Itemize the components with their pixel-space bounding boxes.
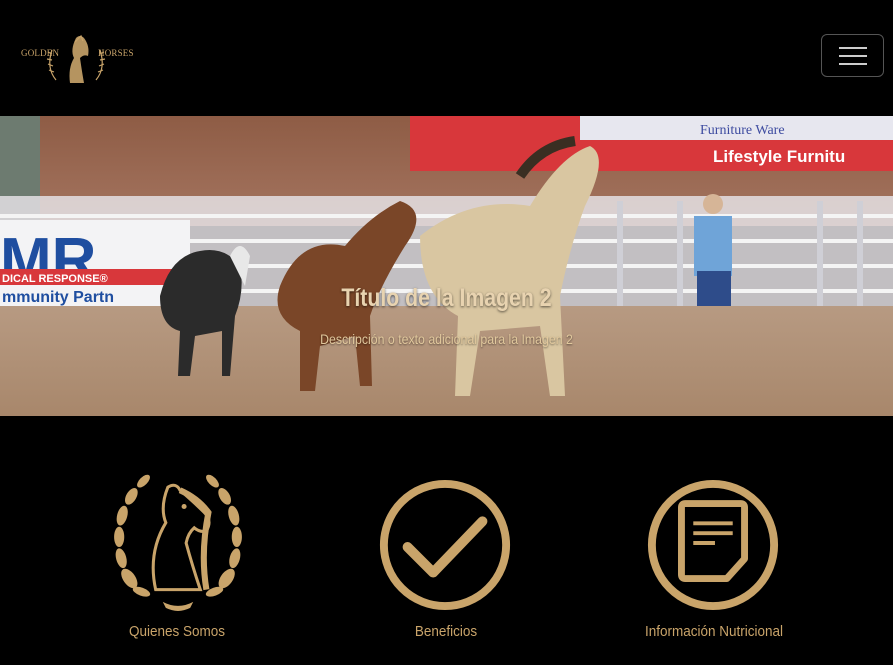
feature-label: Beneficios — [414, 623, 478, 640]
feature-quienes-somos[interactable]: Quienes Somos — [42, 472, 312, 652]
document-circle-icon — [647, 479, 779, 611]
carousel-slide-description: Descripción o texto adicional para la Im… — [320, 331, 573, 347]
rodeo-horses-image: Furniture Ware Lifestyle Furnitu MR DICA… — [0, 116, 893, 416]
check-circle-icon — [379, 479, 511, 611]
feature-label: Información Nutricional — [644, 623, 784, 640]
logo-text-left: GOLDEN — [21, 48, 60, 58]
banner-right-top-text: Furniture Ware — [700, 123, 785, 138]
horse-logo-icon — [46, 34, 106, 83]
feature-label: Quienes Somos — [128, 623, 226, 640]
banner-right-bottom-text: Lifestyle Furnitu — [713, 147, 845, 166]
brand-logo[interactable]: GOLDEN HORSES — [18, 28, 134, 88]
navbar: GOLDEN HORSES — [0, 0, 893, 116]
laurel-horse-icon — [114, 474, 242, 611]
feature-beneficios[interactable]: Beneficios — [311, 472, 581, 652]
hero-carousel[interactable]: Furniture Ware Lifestyle Furnitu MR DICA… — [0, 116, 893, 416]
logo-text-right: HORSES — [98, 48, 134, 58]
features-section: Quienes Somos Beneficios Información Nut… — [0, 416, 893, 665]
carousel-slide-title: Título de la Imagen 2 — [341, 284, 552, 312]
feature-informacion-nutricional[interactable]: Información Nutricional — [579, 472, 849, 652]
navbar-toggler-button[interactable] — [821, 34, 884, 77]
